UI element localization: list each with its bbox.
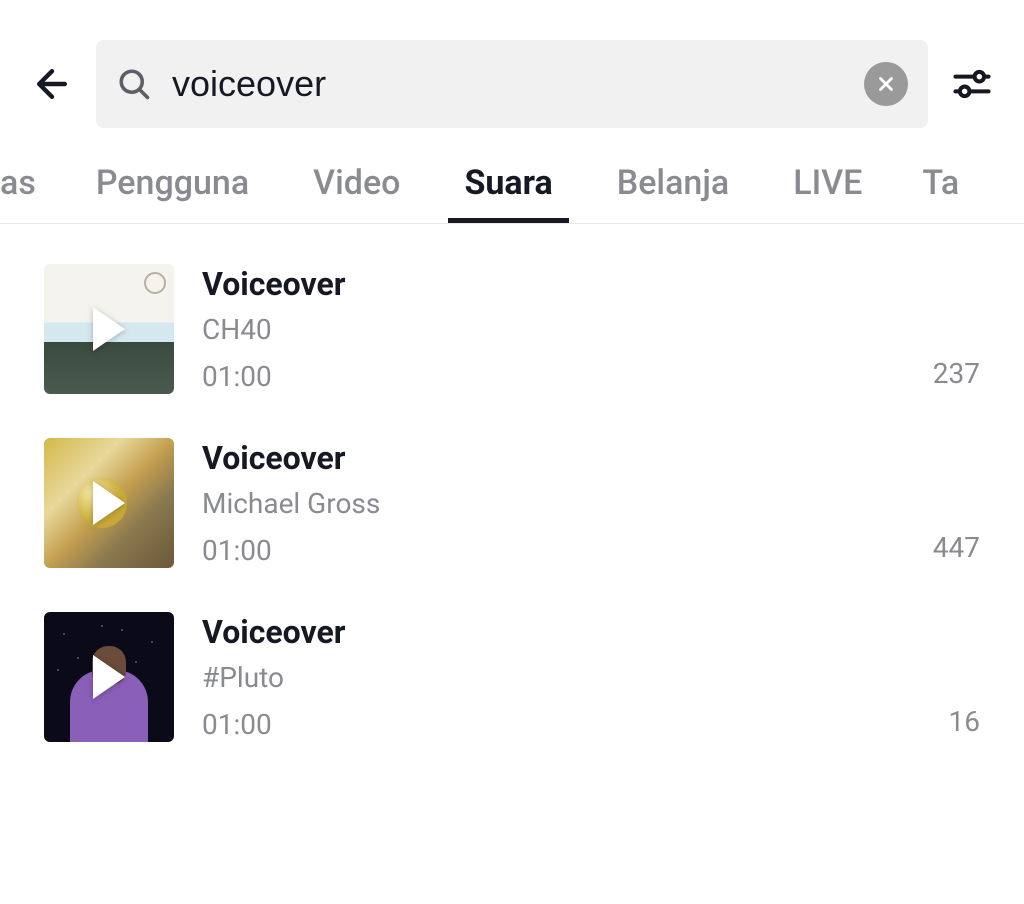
sound-duration: 01:00	[202, 534, 905, 567]
clear-search-button[interactable]	[864, 62, 908, 106]
sound-duration: 01:00	[202, 708, 921, 741]
arrow-left-icon	[30, 62, 74, 106]
close-icon	[875, 73, 897, 95]
sound-artist: #Pluto	[202, 661, 921, 694]
tabs: as Pengguna Video Suara Belanja LIVE Ta	[0, 152, 1024, 224]
sound-artist: CH40	[202, 313, 905, 346]
sound-info: Voiceover CH40 01:00	[202, 265, 905, 393]
sound-thumbnail[interactable]	[44, 438, 174, 568]
play-icon	[93, 481, 125, 525]
tab-live[interactable]: LIVE	[761, 163, 894, 223]
tab-partial-right[interactable]: Ta	[894, 163, 959, 223]
back-button[interactable]	[24, 56, 80, 112]
sound-duration: 01:00	[202, 360, 905, 393]
play-icon	[93, 655, 125, 699]
sound-artist: Michael Gross	[202, 487, 905, 520]
sound-item[interactable]: Voiceover Michael Gross 01:00 447	[44, 438, 980, 568]
search-input[interactable]	[172, 63, 844, 105]
search-header	[0, 0, 1024, 152]
sound-title: Voiceover	[202, 265, 905, 303]
sound-title: Voiceover	[202, 613, 921, 651]
sound-info: Voiceover #Pluto 01:00	[202, 613, 921, 741]
filter-button[interactable]	[944, 56, 1000, 112]
sound-count: 447	[933, 531, 980, 568]
results-list: Voiceover CH40 01:00 237 Voiceover Micha…	[0, 224, 1024, 742]
sound-thumbnail[interactable]	[44, 612, 174, 742]
tab-suara[interactable]: Suara	[432, 163, 584, 223]
search-icon	[116, 66, 152, 102]
play-icon	[93, 307, 125, 351]
sound-item[interactable]: Voiceover #Pluto 01:00 16	[44, 612, 980, 742]
sound-thumbnail[interactable]	[44, 264, 174, 394]
search-bar[interactable]	[96, 40, 928, 128]
sound-count: 237	[933, 357, 980, 394]
sound-item[interactable]: Voiceover CH40 01:00 237	[44, 264, 980, 394]
sound-info: Voiceover Michael Gross 01:00	[202, 439, 905, 567]
sound-count: 16	[949, 705, 980, 742]
tab-belanja[interactable]: Belanja	[585, 163, 761, 223]
sliders-icon	[950, 62, 994, 106]
tab-video[interactable]: Video	[281, 163, 432, 223]
tab-partial-left[interactable]: as	[0, 163, 64, 223]
tab-pengguna[interactable]: Pengguna	[64, 163, 281, 223]
sound-title: Voiceover	[202, 439, 905, 477]
